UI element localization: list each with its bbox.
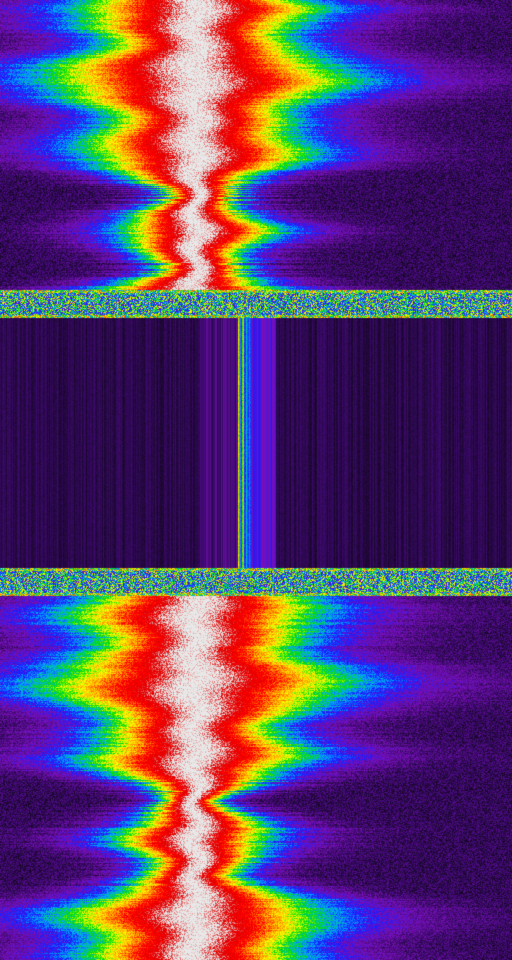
waterfall-spectrogram-canvas bbox=[0, 0, 512, 960]
